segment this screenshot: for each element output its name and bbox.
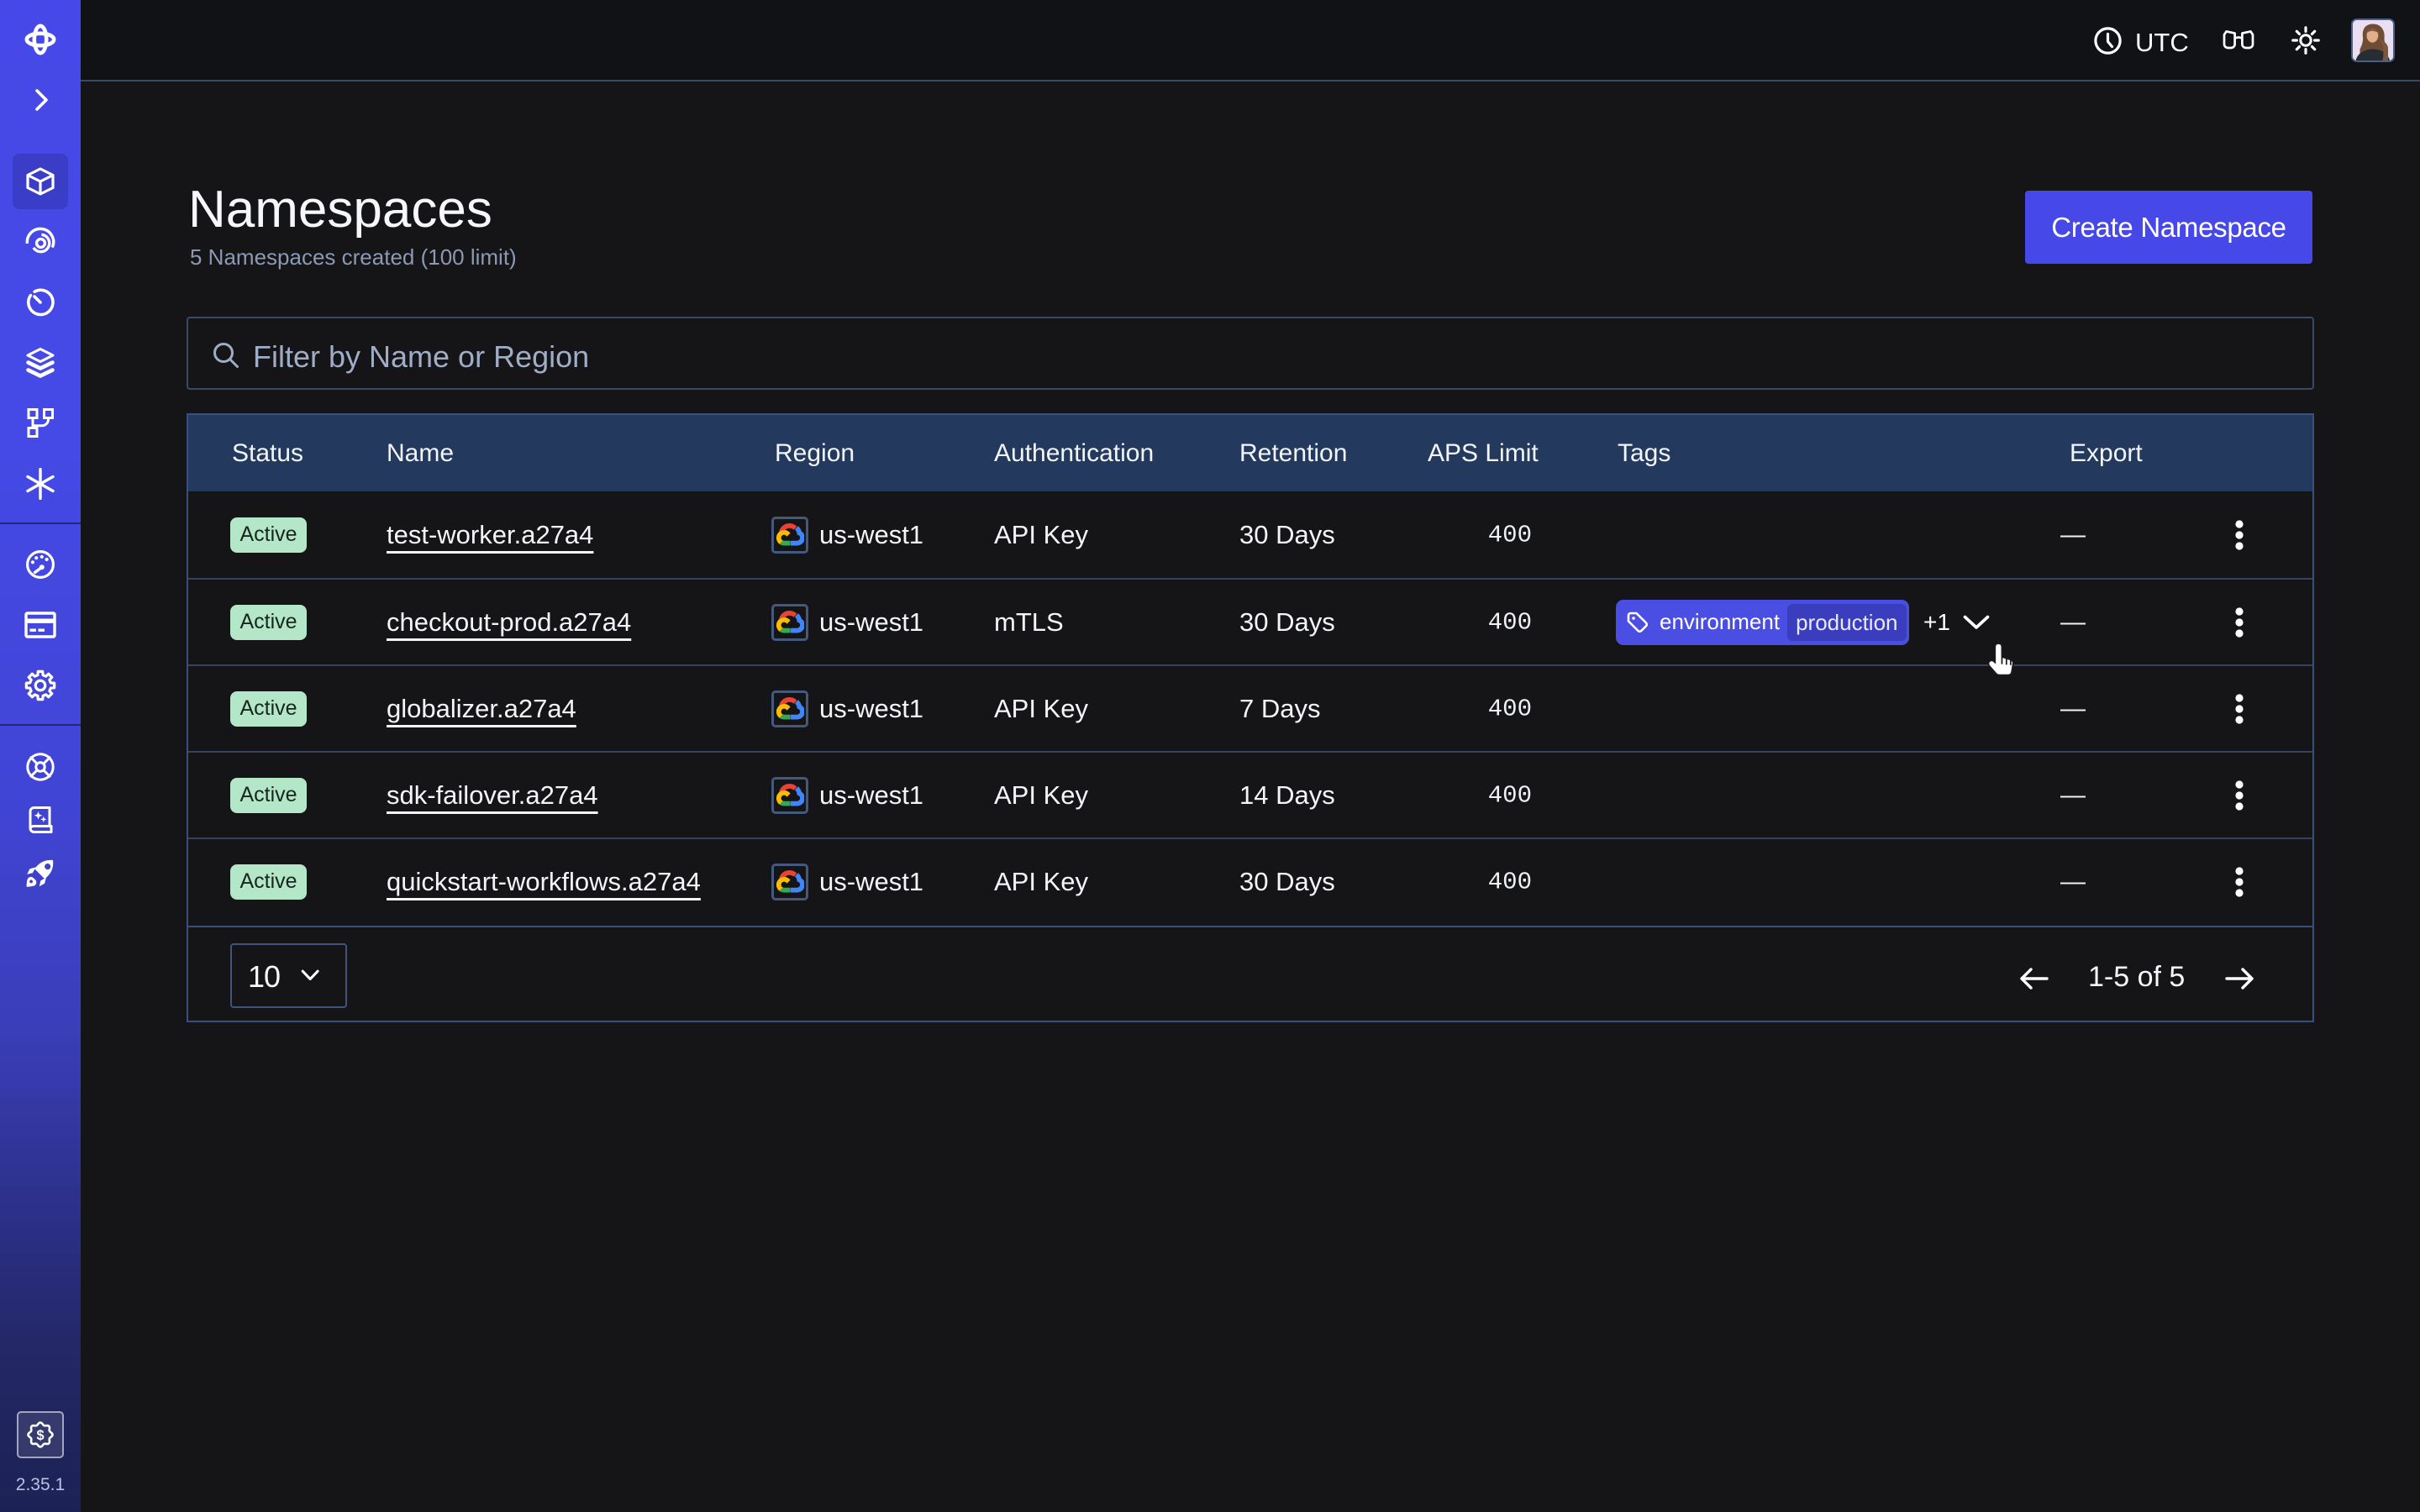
svg-text:$: $ <box>36 1428 44 1443</box>
